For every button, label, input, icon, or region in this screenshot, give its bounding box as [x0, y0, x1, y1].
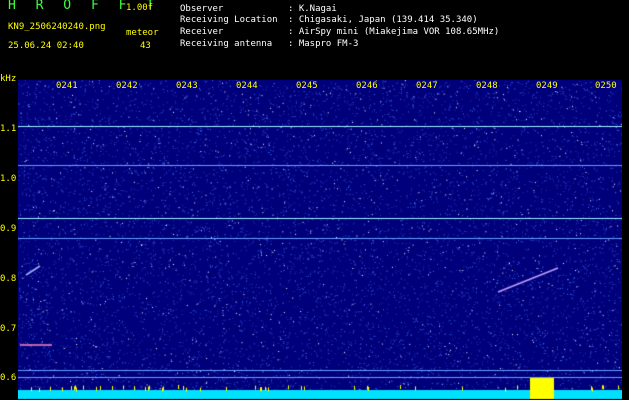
y-label-0-6: 0.6 [0, 373, 17, 383]
x-tick-0247: 0247 [415, 81, 439, 91]
location-value: : Chigasaki, Japan (139.414 35.340) [288, 15, 478, 25]
x-tick-0241: 0241 [55, 81, 79, 91]
y-label-1-0: 1.0 [0, 174, 17, 184]
observer-value: : K.Nagai [288, 4, 337, 14]
x-tick-0246: 0246 [355, 81, 379, 91]
filename-label: KN9_2506240240.png [8, 22, 106, 32]
y-label-1-1: 1.1 [0, 124, 17, 134]
version-label: 1.00f [126, 3, 154, 13]
y-label-0-8: 0.8 [0, 274, 17, 284]
x-tick-0243: 0243 [175, 81, 199, 91]
x-tick-0250: 0250 [594, 81, 618, 91]
antenna-key: Receiving antenna [180, 39, 273, 49]
x-tick-0242: 0242 [115, 81, 139, 91]
receiver-key: Receiver [180, 27, 224, 37]
header-panel: H R O F F T 1.00f KN9_2506240240.png 25.… [0, 0, 629, 75]
x-tick-0249: 0249 [535, 81, 559, 91]
spectrogram-canvas [18, 80, 622, 400]
x-tick-0248: 0248 [475, 81, 499, 91]
antenna-value: : Maspro FM-3 [288, 39, 359, 49]
meteor-label: meteor [126, 28, 159, 38]
location-key: Receiving Location [180, 15, 278, 25]
receiver-value: : AirSpy mini (Miakejima VOR 108.65MHz) [288, 27, 500, 37]
y-label-0-7: 0.7 [0, 324, 17, 334]
datetime-label: 25.06.24 02:40 [8, 41, 84, 51]
spectrogram-plot [18, 80, 622, 400]
x-tick-0245: 0245 [295, 81, 319, 91]
meteor-count: 43 [140, 41, 151, 51]
y-axis-unit: kHz [0, 74, 17, 84]
observer-key: Observer [180, 4, 224, 14]
y-label-0-9: 0.9 [0, 224, 17, 234]
x-tick-0244: 0244 [235, 81, 259, 91]
